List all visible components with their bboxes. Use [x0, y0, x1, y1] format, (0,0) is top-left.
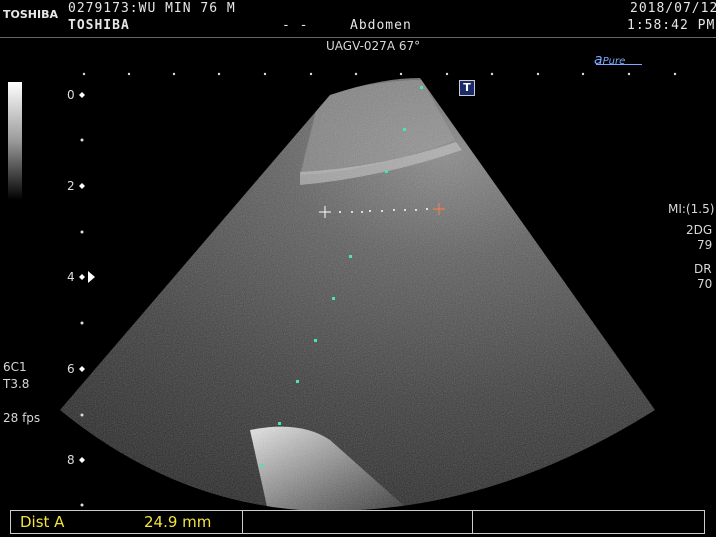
depth-label-6: 6: [67, 362, 75, 376]
dynamic-range-value: 70: [697, 277, 713, 291]
depth-label-8: 8: [67, 453, 75, 467]
dynamic-range-label: DR: [694, 262, 712, 276]
mechanical-index: MI:(1.5): [668, 202, 715, 216]
distance-label: Dist A: [20, 513, 65, 531]
imaging-mode: 2DG: [686, 223, 713, 237]
focus-marker-icon[interactable]: [88, 271, 95, 283]
measurement-bar: [10, 510, 705, 534]
sector-scan: [60, 78, 655, 511]
depth-scale-dots: [80, 138, 84, 507]
ultrasound-image[interactable]: [0, 0, 716, 537]
frame-rate: 28 fps: [3, 411, 41, 425]
transducer-orientation-icon: T: [459, 80, 475, 96]
bar-divider: [472, 511, 473, 533]
depth-label-4: 4: [67, 270, 75, 284]
probe-model: 6C1: [3, 360, 27, 374]
thermal-index: T3.8: [3, 377, 30, 391]
depth-label-2: 2: [67, 179, 75, 193]
depth-label-0: 0: [67, 88, 75, 102]
distance-value: 24.9 mm: [144, 513, 212, 531]
gain-value: 79: [697, 238, 713, 252]
top-scale-dots: [82, 72, 677, 76]
bar-divider: [242, 511, 243, 533]
